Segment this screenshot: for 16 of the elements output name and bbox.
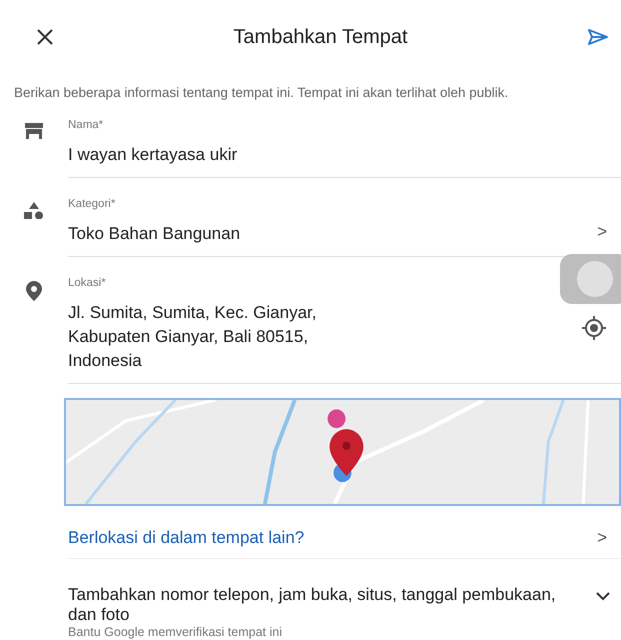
close-button[interactable]	[36, 28, 54, 46]
expand-icon[interactable]	[595, 591, 611, 601]
intro-text: Berikan beberapa informasi tentang tempat ini. Tempat ini akan terlihat oleh publik.	[13, 84, 510, 102]
page-title: Tambahkan Tempat	[232, 26, 409, 48]
store-icon	[24, 123, 44, 139]
shapes-icon	[24, 202, 44, 219]
location-pin-icon	[26, 281, 42, 301]
more-info-subtitle: Bantu Google memverifikasi tempat ini	[68, 625, 283, 639]
field-label: Nama*	[68, 119, 104, 131]
send-button[interactable]	[587, 28, 609, 46]
more-info-title[interactable]: Tambahkan nomor telepon, jam buka, situs, tanggal pembukaan, dan foto	[68, 585, 568, 625]
name-field[interactable]: I wayan kertayasa ukir	[68, 143, 621, 178]
field-label: Kategori*	[68, 198, 116, 210]
field-label: Lokasi*	[68, 277, 107, 289]
gps-target-icon[interactable]	[581, 315, 607, 341]
inside-place-link[interactable]: Berlokasi di dalam tempat lain?	[68, 528, 598, 548]
